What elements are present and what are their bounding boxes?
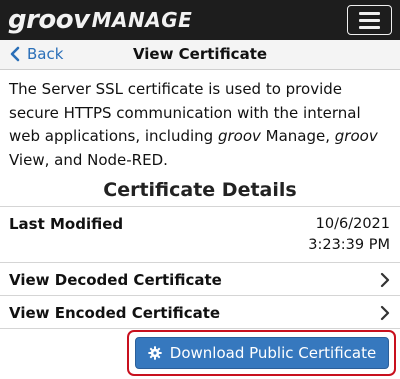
description-text: View, and Node-RED. [9,150,168,169]
download-button-label: Download Public Certificate [169,344,377,362]
description-text: Manage, [260,127,335,145]
menu-icon-bar [359,18,380,22]
chevron-right-icon [380,272,390,288]
groov-brand-text: groov [217,127,261,145]
back-label: Back [27,45,64,63]
certificate-description: The Server SSL certificate is used to pr… [9,78,395,172]
logo-groov-text: groov [8,5,90,35]
view-encoded-certificate-row[interactable]: View Encoded Certificate [0,296,400,328]
certificate-details-heading: Certificate Details [103,179,297,201]
menu-button[interactable] [347,5,392,35]
divider [0,206,400,207]
view-encoded-certificate-label: View Encoded Certificate [9,304,221,322]
groov-manage-logo[interactable]: groov MANAGE [8,5,193,35]
last-modified-date: 10/6/2021 [315,216,390,232]
gear-icon [148,346,162,360]
nav-bar: View Certificate Back [0,40,400,70]
app-header: groov MANAGE [0,0,400,40]
chevron-right-icon [380,305,390,321]
back-button[interactable]: Back [9,45,63,63]
chevron-left-icon [10,46,20,62]
view-decoded-certificate-label: View Decoded Certificate [9,271,222,289]
groov-brand-text: groov [334,127,378,145]
last-modified-label: Last Modified [9,215,124,233]
menu-icon [359,11,380,15]
divider [0,328,400,329]
view-decoded-certificate-row[interactable]: View Decoded Certificate [0,263,400,295]
download-public-certificate-button[interactable]: Download Public Certificate [135,337,389,369]
logo-manage-text: MANAGE [91,8,193,32]
menu-icon-bar [359,25,380,29]
last-modified-time: 3:23:39 PM [308,237,390,253]
